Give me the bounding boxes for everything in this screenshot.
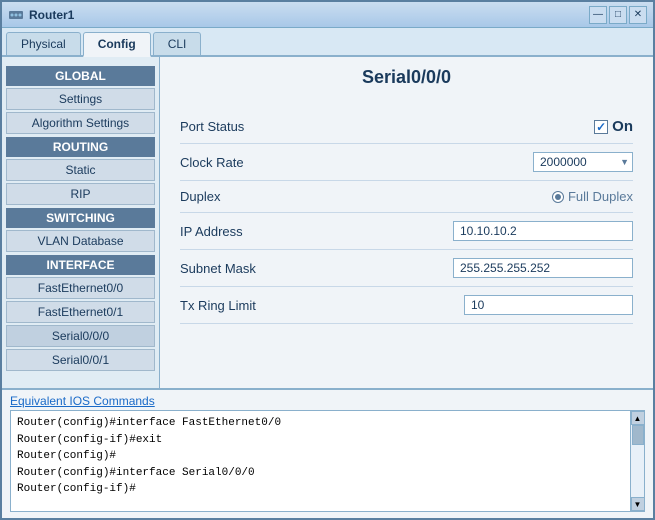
tabs-bar: Physical Config CLI <box>2 28 653 57</box>
tx-ring-limit-label: Tx Ring Limit <box>180 298 340 313</box>
router-icon <box>8 7 24 23</box>
subnet-mask-row: Subnet Mask <box>180 250 633 287</box>
tab-cli[interactable]: CLI <box>153 32 202 55</box>
scroll-track <box>631 425 644 497</box>
title-controls: — □ ✕ <box>589 6 647 24</box>
sidebar-item-algorithm-settings[interactable]: Algorithm Settings <box>6 112 155 134</box>
panel-title: Serial0/0/0 <box>180 67 633 94</box>
sidebar-item-fastethernet01[interactable]: FastEthernet0/1 <box>6 301 155 323</box>
sidebar: GLOBAL Settings Algorithm Settings ROUTI… <box>2 57 160 388</box>
bottom-section: Equivalent IOS Commands Router(config)#i… <box>2 388 653 518</box>
title-bar: Router1 — □ ✕ <box>2 2 653 28</box>
main-content: GLOBAL Settings Algorithm Settings ROUTI… <box>2 57 653 388</box>
sidebar-item-settings[interactable]: Settings <box>6 88 155 110</box>
tab-config[interactable]: Config <box>83 32 151 57</box>
config-panel: Serial0/0/0 Port Status ✓ On Clock Rate <box>160 57 653 388</box>
duplex-row: Duplex Full Duplex <box>180 181 633 213</box>
clock-rate-select-wrapper: 64000 128000 256000 512000 1000000 20000… <box>533 152 633 172</box>
sidebar-item-fastethernet00[interactable]: FastEthernet0/0 <box>6 277 155 299</box>
sidebar-section-interface: INTERFACE <box>6 255 155 275</box>
status-on-container: ✓ On <box>594 118 633 135</box>
close-button[interactable]: ✕ <box>629 6 647 24</box>
clock-rate-select[interactable]: 64000 128000 256000 512000 1000000 20000… <box>533 152 633 172</box>
sidebar-section-global: GLOBAL <box>6 66 155 86</box>
tab-physical[interactable]: Physical <box>6 32 81 55</box>
port-status-row: Port Status ✓ On <box>180 110 633 144</box>
maximize-button[interactable]: □ <box>609 6 627 24</box>
duplex-text: Full Duplex <box>568 189 633 204</box>
ip-address-label: IP Address <box>180 224 340 239</box>
port-status-text: On <box>612 118 633 135</box>
sidebar-item-vlan-database[interactable]: VLAN Database <box>6 230 155 252</box>
duplex-radio-label: Full Duplex <box>552 189 633 204</box>
sidebar-item-rip[interactable]: RIP <box>6 183 155 205</box>
scroll-down-button[interactable]: ▼ <box>631 497 645 511</box>
duplex-label: Duplex <box>180 189 340 204</box>
console-scrollbar: ▲ ▼ <box>630 411 644 511</box>
ip-address-input[interactable] <box>453 221 633 241</box>
console-text: Router(config)#interface FastEthernet0/0… <box>11 411 630 511</box>
subnet-mask-label: Subnet Mask <box>180 261 340 276</box>
tx-ring-limit-row: Tx Ring Limit <box>180 287 633 324</box>
port-status-label: Port Status <box>180 119 340 134</box>
subnet-mask-value <box>340 258 633 278</box>
duplex-value: Full Duplex <box>340 189 633 204</box>
scroll-up-button[interactable]: ▲ <box>631 411 645 425</box>
ip-address-value <box>340 221 633 241</box>
window-title: Router1 <box>29 8 74 22</box>
port-status-value: ✓ On <box>340 118 633 135</box>
sidebar-section-routing: ROUTING <box>6 137 155 157</box>
sidebar-item-serial000[interactable]: Serial0/0/0 <box>6 325 155 347</box>
ip-address-row: IP Address <box>180 213 633 250</box>
clock-rate-label: Clock Rate <box>180 155 340 170</box>
console-area: Router(config)#interface FastEthernet0/0… <box>10 410 645 512</box>
title-bar-left: Router1 <box>8 7 74 23</box>
clock-rate-value: 64000 128000 256000 512000 1000000 20000… <box>340 152 633 172</box>
sidebar-item-static[interactable]: Static <box>6 159 155 181</box>
clock-rate-row: Clock Rate 64000 128000 256000 512000 10… <box>180 144 633 181</box>
main-window: Router1 — □ ✕ Physical Config CLI GLOBAL… <box>0 0 655 520</box>
sidebar-section-switching: SWITCHING <box>6 208 155 228</box>
port-status-checkbox[interactable]: ✓ <box>594 120 608 134</box>
equivalent-ios-label: Equivalent IOS Commands <box>2 390 653 410</box>
tx-ring-limit-value <box>340 295 633 315</box>
tx-ring-limit-input[interactable] <box>464 295 633 315</box>
minimize-button[interactable]: — <box>589 6 607 24</box>
scroll-thumb[interactable] <box>632 425 644 445</box>
subnet-mask-input[interactable] <box>453 258 633 278</box>
sidebar-item-serial001[interactable]: Serial0/0/1 <box>6 349 155 371</box>
duplex-radio[interactable] <box>552 191 564 203</box>
